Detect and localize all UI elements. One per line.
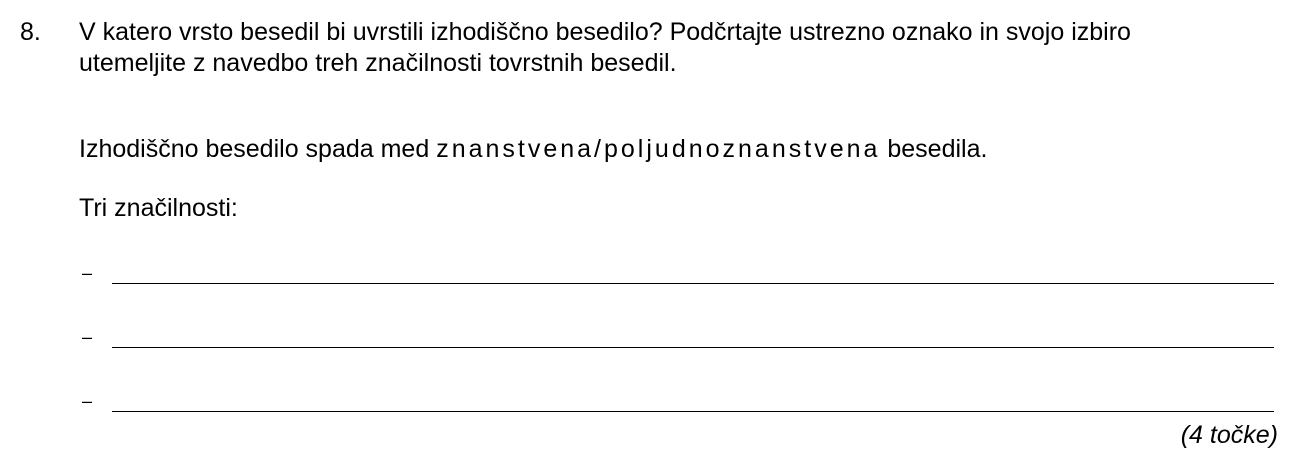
question-number: 8. <box>20 18 41 46</box>
dash-bullet: – <box>82 327 93 347</box>
answer-line-row[interactable]: – <box>0 391 1297 421</box>
dash-bullet: – <box>82 391 93 411</box>
answer-line-row[interactable]: – <box>0 327 1297 357</box>
points-label: (4 točke) <box>1180 421 1278 449</box>
features-label: Tri značilnosti: <box>79 194 238 222</box>
question-text: V katero vrsto besedil bi uvrstili izhod… <box>79 17 1279 79</box>
question-text-line-1: V katero vrsto besedil bi uvrstili izhod… <box>79 18 1131 46</box>
statement-suffix: besedila. <box>880 135 988 163</box>
dash-bullet: – <box>82 263 93 283</box>
answer-line-row[interactable]: – <box>0 263 1297 293</box>
answer-statement: Izhodiščno besedilo spada med znanstvena… <box>79 134 987 165</box>
statement-options[interactable]: znanstvena/poljudnoznanstvena <box>436 135 880 163</box>
answer-line[interactable] <box>112 347 1274 348</box>
answer-line[interactable] <box>112 283 1274 284</box>
question-text-line-2: utemeljite z navedbo treh značilnosti to… <box>79 49 677 77</box>
statement-prefix: Izhodiščno besedilo spada med <box>79 135 437 163</box>
answer-line[interactable] <box>112 411 1274 412</box>
